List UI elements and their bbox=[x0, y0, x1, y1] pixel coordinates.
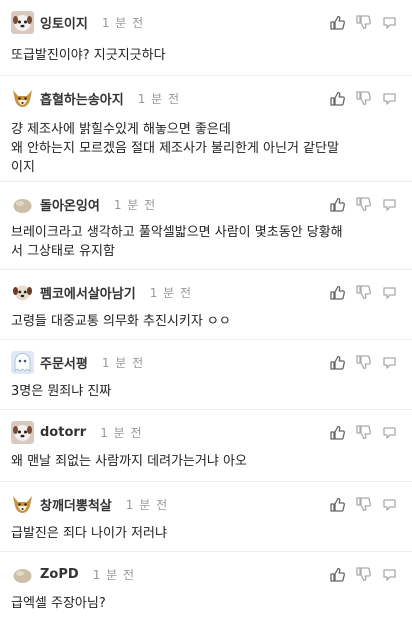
comment-item: 돌아온잉여 1 분 전 브레이크라고 생각하고 풀악셀밟으면 사람이 몇초동안 … bbox=[0, 182, 412, 270]
comment-header: 흡혈하는송아지 1 분 전 bbox=[11, 86, 180, 110]
reply-icon[interactable] bbox=[381, 354, 398, 371]
comment-time: 1 분 전 bbox=[137, 91, 181, 106]
dog-white-avatar[interactable] bbox=[11, 10, 34, 34]
comment-nickname[interactable]: 펨코에서살아남기 bbox=[40, 283, 136, 302]
ghost-avatar[interactable] bbox=[11, 350, 34, 374]
comment-text: 3명은 뭔죄냐 진짜 bbox=[11, 384, 112, 399]
stone-avatar[interactable] bbox=[11, 192, 34, 216]
fox-avatar[interactable] bbox=[11, 86, 34, 110]
thumbs-down-icon[interactable] bbox=[355, 284, 372, 301]
comment-text: 고령들 대중교통 의무화 추진시키자 ㅇㅇ bbox=[11, 314, 231, 329]
comment-item: dotorr 1 분 전 왜 맨날 죄없는 사람까지 데려가는거냐 아오 bbox=[0, 410, 412, 482]
comment-header: dotorr 1 분 전 bbox=[11, 420, 143, 444]
comment-item: 펨코에서살아남기 1 분 전 고령들 대중교통 의무화 추진시키자 ㅇㅇ bbox=[0, 270, 412, 340]
thumbs-down-icon[interactable] bbox=[355, 14, 372, 31]
reply-icon[interactable] bbox=[381, 14, 398, 31]
comment-nickname[interactable]: 흡혈하는송아지 bbox=[40, 89, 124, 108]
comment-time: 1 분 전 bbox=[149, 285, 193, 300]
comment-actions bbox=[329, 89, 398, 107]
comment-time: 1 분 전 bbox=[92, 567, 136, 582]
comment-header: 돌아온잉여 1 분 전 bbox=[11, 192, 156, 216]
comment-actions bbox=[329, 13, 398, 31]
thumbs-down-icon[interactable] bbox=[355, 424, 372, 441]
comment-text: 왜 맨날 죄없는 사람까지 데려가는거냐 아오 bbox=[11, 454, 247, 469]
dog-white-avatar[interactable] bbox=[11, 420, 34, 444]
comment-list: 잉토이지 1 분 전 또급발진이야? 지긋지긋하다 흡혈하는송아지 1 분 전 … bbox=[0, 0, 412, 621]
comment-nickname[interactable]: 창깨더뽕척살 bbox=[40, 495, 112, 514]
reply-icon[interactable] bbox=[381, 284, 398, 301]
thumbs-down-icon[interactable] bbox=[355, 90, 372, 107]
comment-item: ZoPD 1 분 전 급엑셀 주장아님? bbox=[0, 552, 412, 621]
comment-text: 또급발진이야? 지긋지긋하다 bbox=[11, 48, 166, 63]
reply-icon[interactable] bbox=[381, 424, 398, 441]
thumbs-up-icon[interactable] bbox=[329, 196, 346, 213]
comment-time: 1 분 전 bbox=[101, 355, 145, 370]
comment-time: 1 분 전 bbox=[100, 425, 143, 440]
reply-icon[interactable] bbox=[381, 496, 398, 513]
comment-nickname[interactable]: ZoPD bbox=[40, 567, 79, 582]
comment-item: 창깨더뽕척살 1 분 전 급발진은 죄다 나이가 저러냐 bbox=[0, 482, 412, 552]
thumbs-up-icon[interactable] bbox=[329, 424, 346, 441]
reply-icon[interactable] bbox=[381, 566, 398, 583]
dog-small-avatar[interactable] bbox=[11, 280, 34, 304]
comment-actions bbox=[329, 423, 398, 441]
thumbs-up-icon[interactable] bbox=[329, 14, 346, 31]
reply-icon[interactable] bbox=[381, 90, 398, 107]
comment-actions bbox=[329, 565, 398, 583]
thumbs-down-icon[interactable] bbox=[355, 566, 372, 583]
comment-item: 흡혈하는송아지 1 분 전 걍 제조사에 밝힐수있게 해놓으면 좋은데 왜 안하… bbox=[0, 76, 412, 182]
comment-time: 1 분 전 bbox=[125, 497, 169, 512]
thumbs-up-icon[interactable] bbox=[329, 566, 346, 583]
comment-nickname[interactable]: dotorr bbox=[40, 425, 86, 440]
comment-header: 주문서평 1 분 전 bbox=[11, 350, 144, 374]
comment-actions bbox=[329, 195, 398, 213]
comment-nickname[interactable]: 잉토이지 bbox=[40, 13, 88, 32]
comment-text: 급발진은 죄다 나이가 저러냐 bbox=[11, 526, 167, 541]
comment-header: 펨코에서살아남기 1 분 전 bbox=[11, 280, 192, 304]
comment-nickname[interactable]: 돌아온잉여 bbox=[40, 195, 100, 214]
comment-text: 브레이크라고 생각하고 풀악셀밟으면 사람이 몇초동안 당황해 서 그상태로 유… bbox=[11, 225, 343, 259]
thumbs-up-icon[interactable] bbox=[329, 496, 346, 513]
thumbs-down-icon[interactable] bbox=[355, 196, 372, 213]
comment-text: 급엑셀 주장아님? bbox=[11, 596, 106, 611]
comment-time: 1 분 전 bbox=[113, 197, 157, 212]
comment-text: 걍 제조사에 밝힐수있게 해놓으면 좋은데 왜 안하는지 모르겠음 절대 제조사… bbox=[11, 122, 339, 175]
comment-actions bbox=[329, 495, 398, 513]
comment-header: ZoPD 1 분 전 bbox=[11, 562, 135, 586]
thumbs-down-icon[interactable] bbox=[355, 354, 372, 371]
reply-icon[interactable] bbox=[381, 196, 398, 213]
comment-actions bbox=[329, 353, 398, 371]
thumbs-down-icon[interactable] bbox=[355, 496, 372, 513]
stone-avatar[interactable] bbox=[11, 562, 34, 586]
comment-item: 잉토이지 1 분 전 또급발진이야? 지긋지긋하다 bbox=[0, 0, 412, 76]
comment-item: 주문서평 1 분 전 3명은 뭔죄냐 진짜 bbox=[0, 340, 412, 410]
comment-actions bbox=[329, 283, 398, 301]
comment-header: 창깨더뽕척살 1 분 전 bbox=[11, 492, 168, 516]
comment-time: 1 분 전 bbox=[101, 15, 145, 30]
thumbs-up-icon[interactable] bbox=[329, 90, 346, 107]
thumbs-up-icon[interactable] bbox=[329, 354, 346, 371]
fox-avatar[interactable] bbox=[11, 492, 34, 516]
comment-nickname[interactable]: 주문서평 bbox=[40, 353, 88, 372]
thumbs-up-icon[interactable] bbox=[329, 284, 346, 301]
comment-header: 잉토이지 1 분 전 bbox=[11, 10, 144, 34]
